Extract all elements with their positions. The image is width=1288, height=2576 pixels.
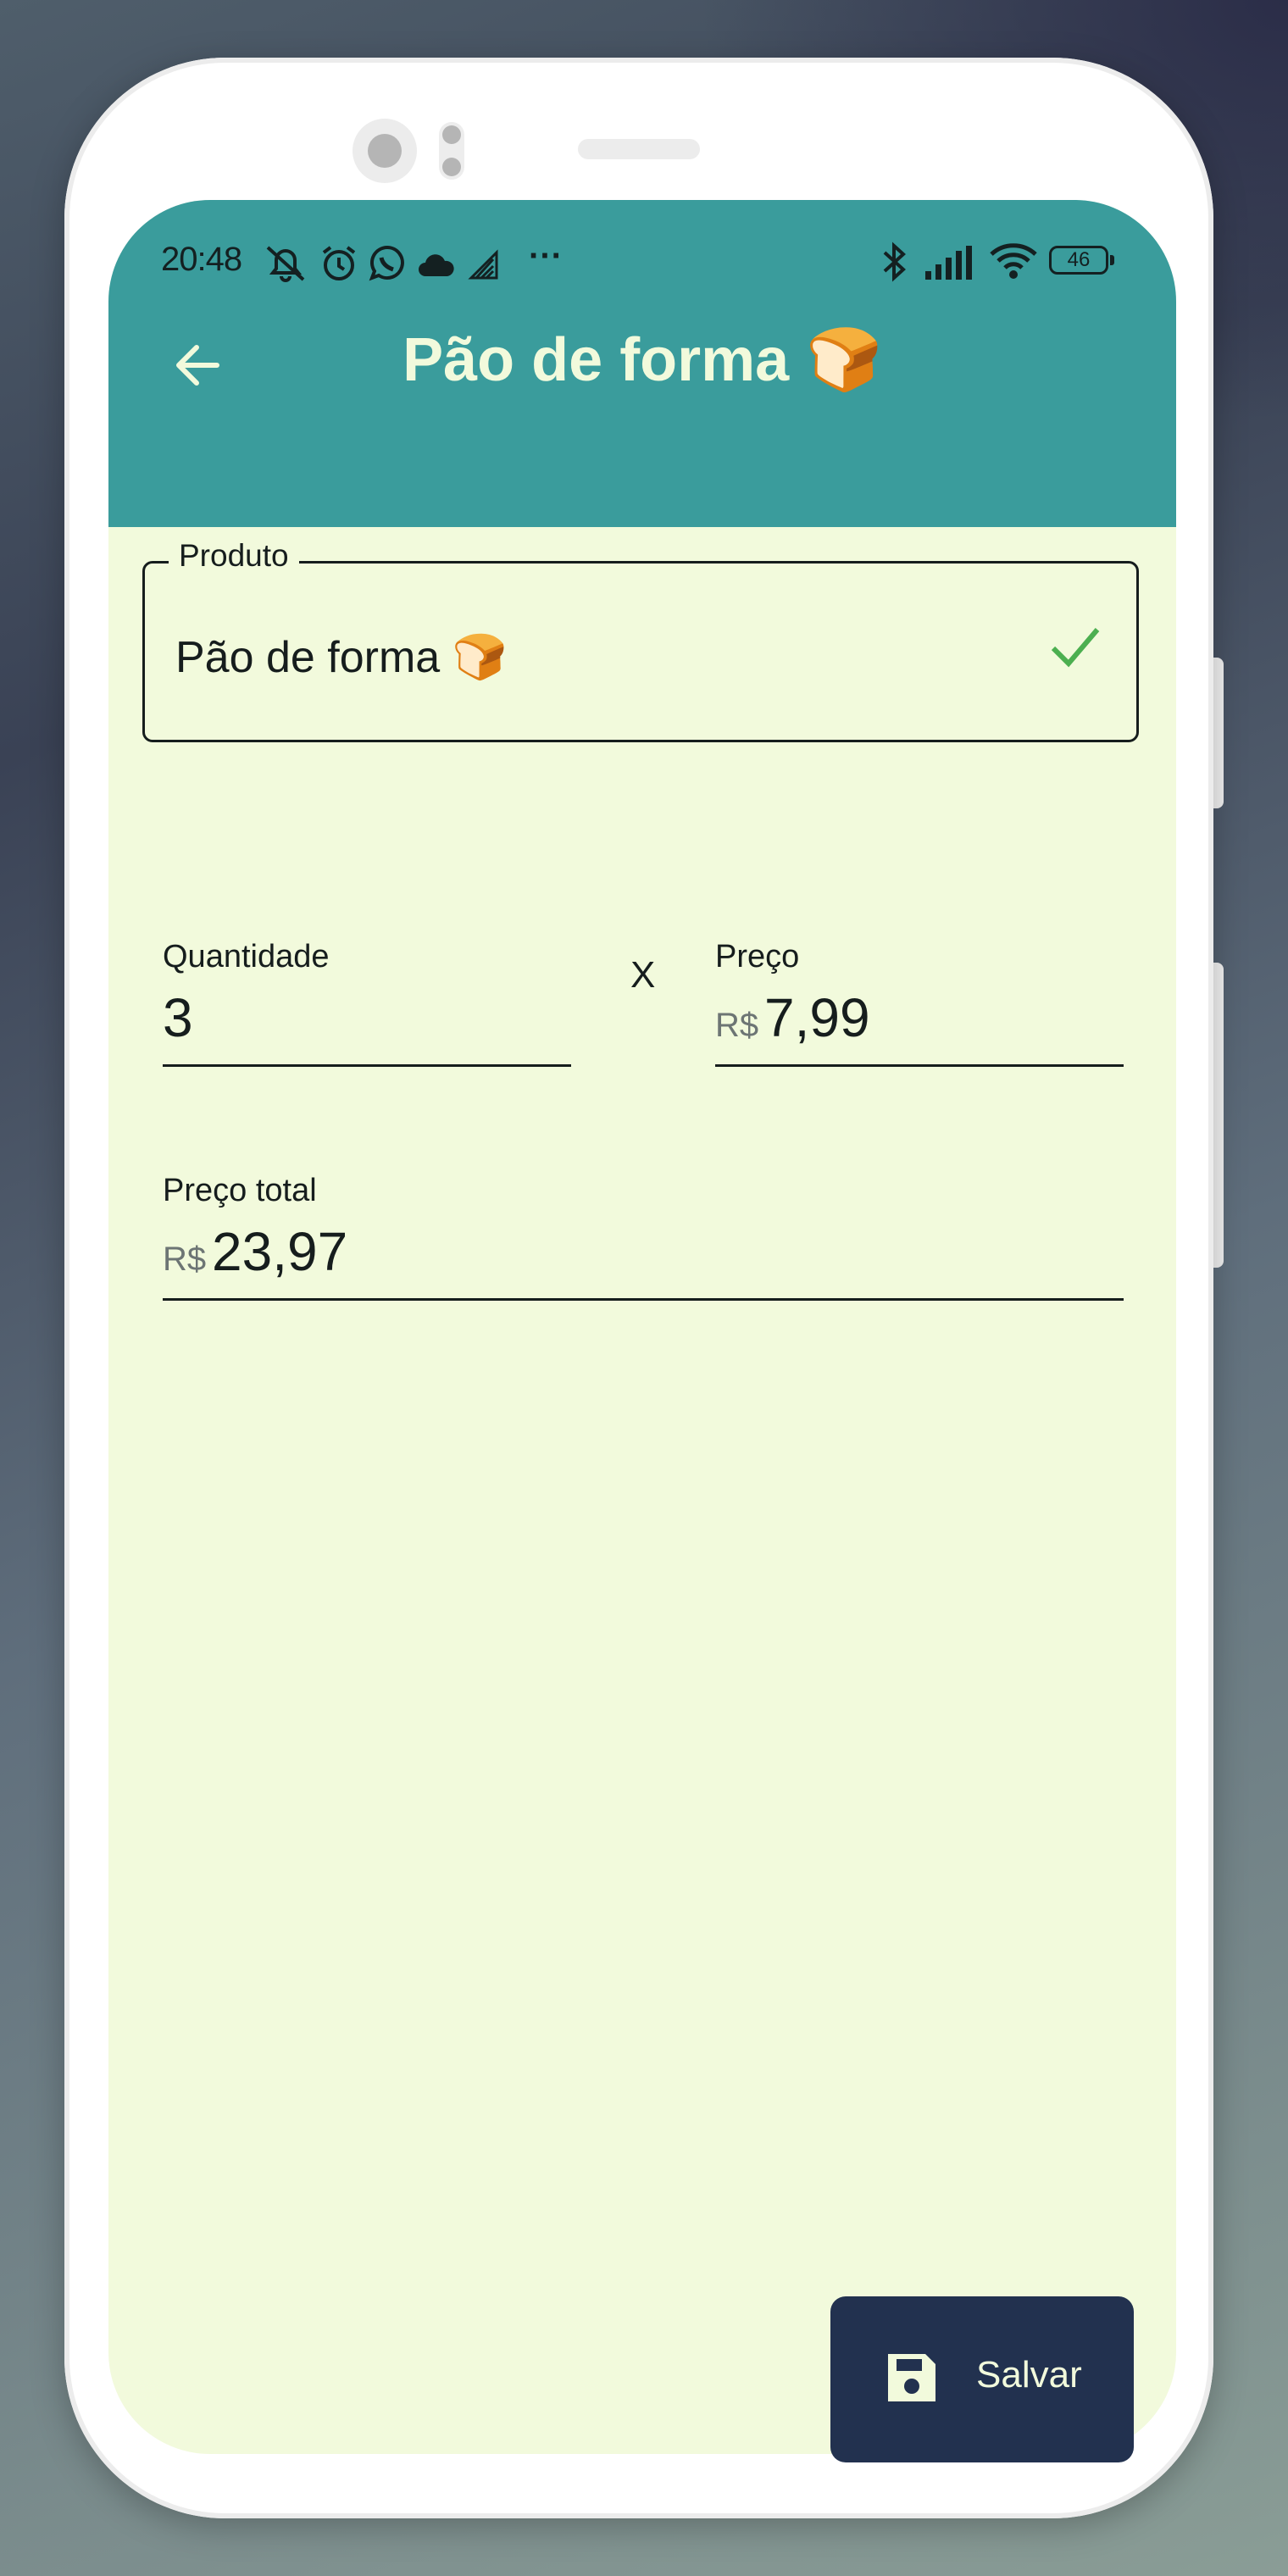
multiply-sign: X	[630, 954, 656, 996]
page-title: Pão de forma 🍞	[402, 326, 882, 394]
save-icon	[888, 2354, 935, 2401]
cloud-icon	[419, 254, 454, 276]
price-currency-prefix: R$	[715, 1007, 759, 1044]
app-bar: 20:48 ··· 46 Pão de forma 🍞	[108, 200, 1176, 527]
save-button-label: Salvar	[976, 2354, 1082, 2396]
price-label: Preço	[715, 939, 800, 974]
bluetooth-icon	[883, 242, 906, 282]
total-price-label: Preço total	[163, 1173, 317, 1208]
check-icon	[1051, 628, 1100, 668]
battery-level: 46	[1067, 248, 1091, 271]
total-currency-prefix: R$	[163, 1241, 207, 1278]
earpiece-speaker	[578, 139, 700, 159]
phone-frame: 20:48 ··· 46 Pão de forma 🍞 Produto Pão …	[64, 58, 1213, 2518]
alarm-icon	[322, 246, 356, 280]
quantity-label: Quantidade	[163, 939, 330, 974]
whatsapp-icon	[369, 245, 404, 281]
total-price-field[interactable]: Preço total R$ 23,97	[163, 1154, 1124, 1303]
quantity-value: 3	[163, 987, 193, 1048]
price-underline	[715, 1064, 1124, 1067]
price-value: 7,99	[764, 987, 870, 1048]
status-time: 20:48	[161, 241, 242, 278]
app-screen: 20:48 ··· 46 Pão de forma 🍞 Produto Pão …	[108, 200, 1176, 2454]
status-bar: 20:48 ··· 46	[108, 200, 1176, 302]
quantity-underline	[163, 1064, 571, 1067]
price-field[interactable]: Preço R$ 7,99	[715, 920, 1124, 1069]
product-field-label: Produto	[169, 538, 299, 574]
proximity-sensor	[439, 122, 464, 180]
quantity-field[interactable]: Quantidade 3	[163, 920, 571, 1069]
total-price-underline	[163, 1298, 1124, 1301]
save-button[interactable]: Salvar	[830, 2296, 1134, 2462]
front-camera	[353, 119, 417, 183]
battery-icon: 46	[1049, 246, 1114, 275]
product-field[interactable]: Produto Pão de forma 🍞	[142, 538, 1139, 742]
wifi-icon	[990, 243, 1037, 279]
bell-off-icon	[266, 246, 305, 282]
cellular-signal-icon	[925, 246, 972, 280]
signal-alt-icon	[468, 249, 498, 280]
total-price-value: 23,97	[212, 1221, 348, 1282]
more-indicator: ···	[529, 237, 563, 275]
product-field-value: Pão de forma 🍞	[175, 633, 508, 682]
